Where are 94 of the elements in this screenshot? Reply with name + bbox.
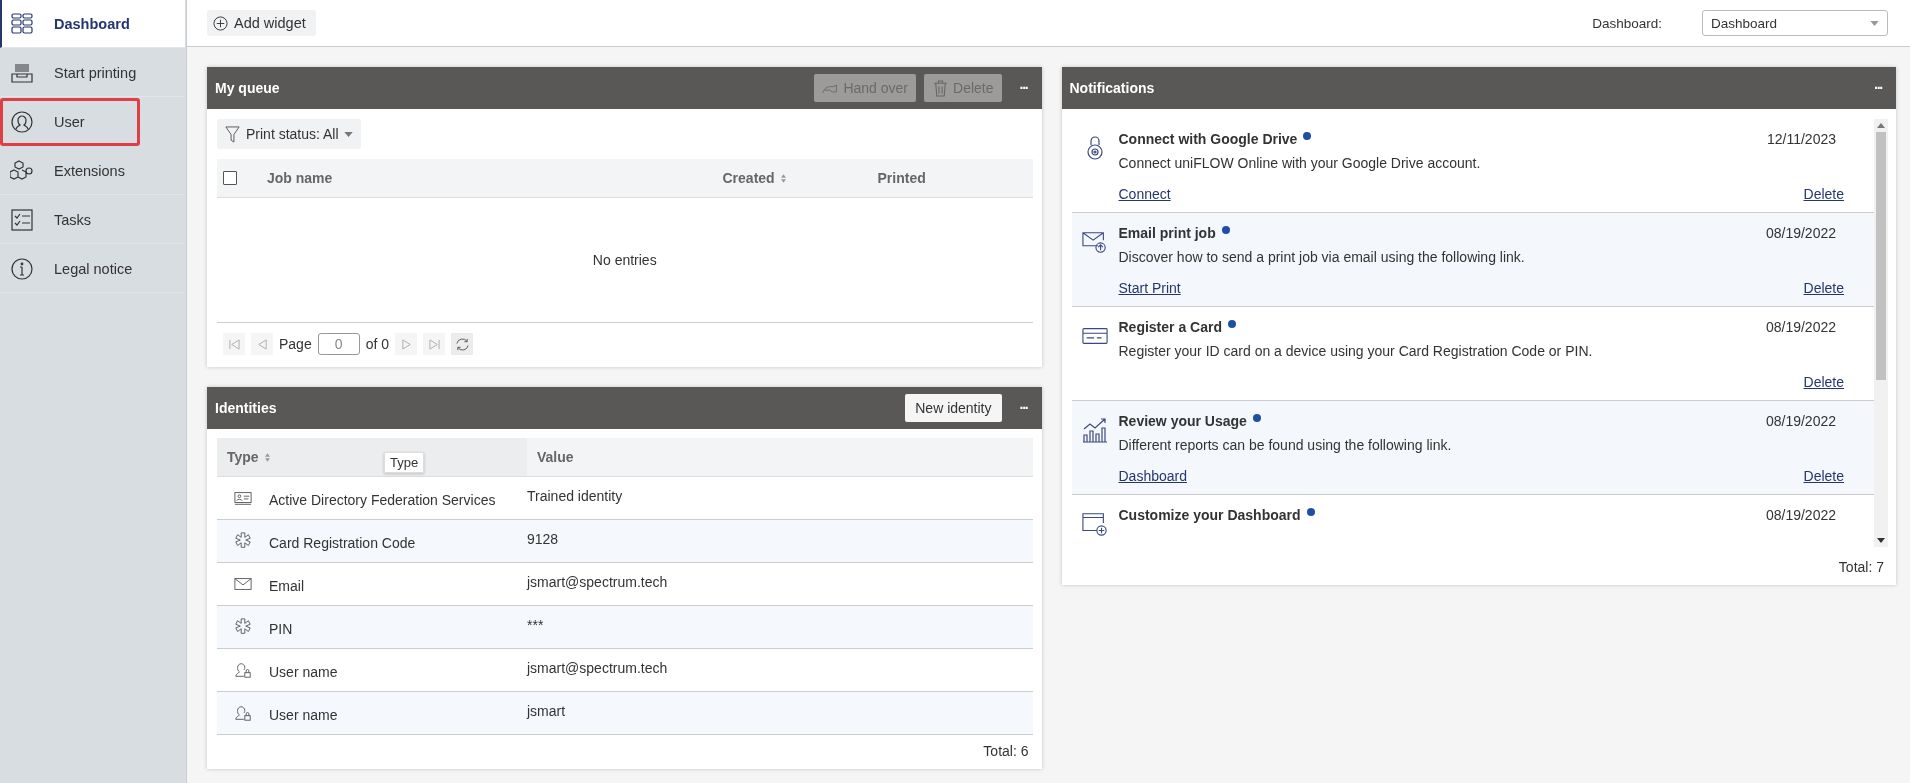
empty-message: No entries	[592, 252, 657, 268]
last-page-button[interactable]	[423, 333, 446, 355]
notification-text: Different reports can be found using the following link.	[1118, 437, 1453, 453]
notification-text: Connect uniFLOW Online with your Google Drive account.	[1118, 155, 1482, 171]
total-count: Total: 7	[1838, 559, 1884, 575]
panel-title: My queue	[215, 80, 280, 96]
sidebar-item[interactable]: Dashboard	[0, 0, 185, 48]
envelope-icon	[234, 575, 252, 593]
column-header[interactable]: Printed	[877, 170, 1033, 186]
sidebar-item[interactable]: Legal notice	[0, 245, 185, 293]
table-cell-text: Card Registration Code	[269, 534, 417, 551]
previous-page-button[interactable]	[251, 333, 273, 355]
select-all-checkbox[interactable]	[223, 171, 237, 185]
trash-icon	[932, 79, 950, 97]
envelope-upload-icon	[1082, 229, 1108, 255]
sidebar-item[interactable]: Start printing	[0, 49, 185, 97]
info-icon	[10, 256, 34, 281]
first-page-button[interactable]	[223, 333, 245, 355]
notification-link[interactable]: Connect	[1118, 186, 1171, 202]
more-button[interactable]: ···	[1009, 400, 1034, 416]
dashboard-label: Dashboard:	[1592, 15, 1662, 31]
plus-circle-icon	[213, 15, 228, 31]
table-cell-text: Active Directory Federation Services	[269, 491, 497, 508]
bar-chart-icon	[1082, 417, 1108, 443]
notification-title: Email print job	[1118, 225, 1216, 241]
notification-date: 08/19/2022	[1765, 507, 1836, 523]
grid-icon	[10, 11, 34, 36]
scrollbar-thumb[interactable]	[1876, 132, 1886, 380]
user-icon	[10, 109, 34, 134]
last-page-icon	[428, 338, 440, 350]
notification-title: Review your Usage	[1118, 413, 1247, 429]
notification-link[interactable]: Dashboard	[1118, 468, 1187, 484]
notification-date: 08/19/2022	[1765, 319, 1836, 335]
table-cell-text: jsmart@spectrum.tech	[527, 574, 669, 592]
notification-date: 12/11/2023	[1766, 131, 1836, 147]
delete-link[interactable]: Delete	[1803, 186, 1844, 202]
new-identity-button[interactable]: New identity	[905, 394, 1002, 422]
print-status-filter[interactable]: Print status: All	[217, 119, 361, 149]
sidebar-item[interactable]: User	[0, 98, 140, 146]
notification-text: Discover how to send a print job via email using the following link.	[1118, 249, 1526, 265]
sidebar-item[interactable]: Tasks	[0, 196, 185, 244]
asterisk-icon	[234, 618, 252, 636]
column-header[interactable]: Created	[722, 170, 878, 186]
total-count: Total: 6	[983, 743, 1029, 759]
refresh-icon	[454, 336, 470, 352]
user-lock-icon	[234, 661, 252, 679]
more-button[interactable]: ···	[1864, 80, 1888, 96]
page-label: Page	[279, 336, 312, 352]
notification-link[interactable]: Start Print	[1118, 280, 1181, 296]
table-cell-text: jsmart@spectrum.tech	[527, 660, 669, 678]
table-cell-text: Trained identity	[527, 488, 624, 506]
id-card-icon	[234, 489, 252, 507]
table-cell-text: User name	[269, 706, 339, 723]
notification-text: Register your ID card on a device using your Card Registration Code or PIN.	[1118, 343, 1594, 359]
dashboard-select[interactable]: Dashboard	[1702, 10, 1888, 36]
panel-title: Identities	[215, 400, 277, 416]
notification-date: 08/19/2022	[1765, 413, 1836, 429]
delete-link[interactable]: Delete	[1803, 468, 1844, 484]
refresh-button[interactable]	[451, 333, 474, 355]
add-widget-button[interactable]: Add widget	[207, 10, 316, 36]
scrollbar[interactable]	[1874, 119, 1888, 547]
asterisk-icon	[234, 532, 252, 550]
next-page-button[interactable]	[395, 333, 418, 355]
previous-icon	[256, 338, 268, 350]
table-cell-text: PIN	[269, 620, 294, 637]
scroll-up-icon[interactable]	[1877, 123, 1885, 128]
notification-title: Customize your Dashboard	[1118, 507, 1301, 523]
sidebar-item[interactable]: Extensions	[0, 147, 185, 195]
caret-icon	[1870, 20, 1879, 26]
panel-title: Notifications	[1069, 80, 1155, 96]
caret-icon	[343, 131, 353, 137]
notification-title: Register a Card	[1118, 319, 1222, 335]
delete-link[interactable]: Delete	[1803, 280, 1844, 296]
table-cell-text: ***	[527, 617, 545, 635]
notification-title: Connect with Google Drive	[1118, 131, 1298, 147]
more-button[interactable]: ···	[1009, 80, 1034, 96]
filter-icon	[224, 125, 241, 143]
next-icon	[400, 338, 412, 350]
table-cell-text: User name	[269, 663, 339, 680]
table-cell-text: 9128	[527, 531, 560, 549]
page-input[interactable]: 0	[317, 333, 360, 355]
first-page-icon	[228, 338, 240, 350]
column-header[interactable]: Job name	[237, 170, 723, 186]
notification-date: 08/19/2022	[1765, 225, 1836, 241]
table-cell-text: jsmart	[527, 703, 567, 721]
window-add-icon	[1082, 511, 1108, 537]
page-count: of 0	[365, 336, 390, 352]
tooltip: Type	[384, 452, 425, 473]
column-header[interactable]: Value	[527, 438, 1033, 476]
user-lock-icon	[234, 704, 252, 722]
table-cell-text: Email	[269, 577, 305, 594]
delete-link[interactable]: Delete	[1803, 374, 1844, 390]
checklist-icon	[10, 207, 34, 232]
scroll-down-icon[interactable]	[1877, 538, 1885, 543]
